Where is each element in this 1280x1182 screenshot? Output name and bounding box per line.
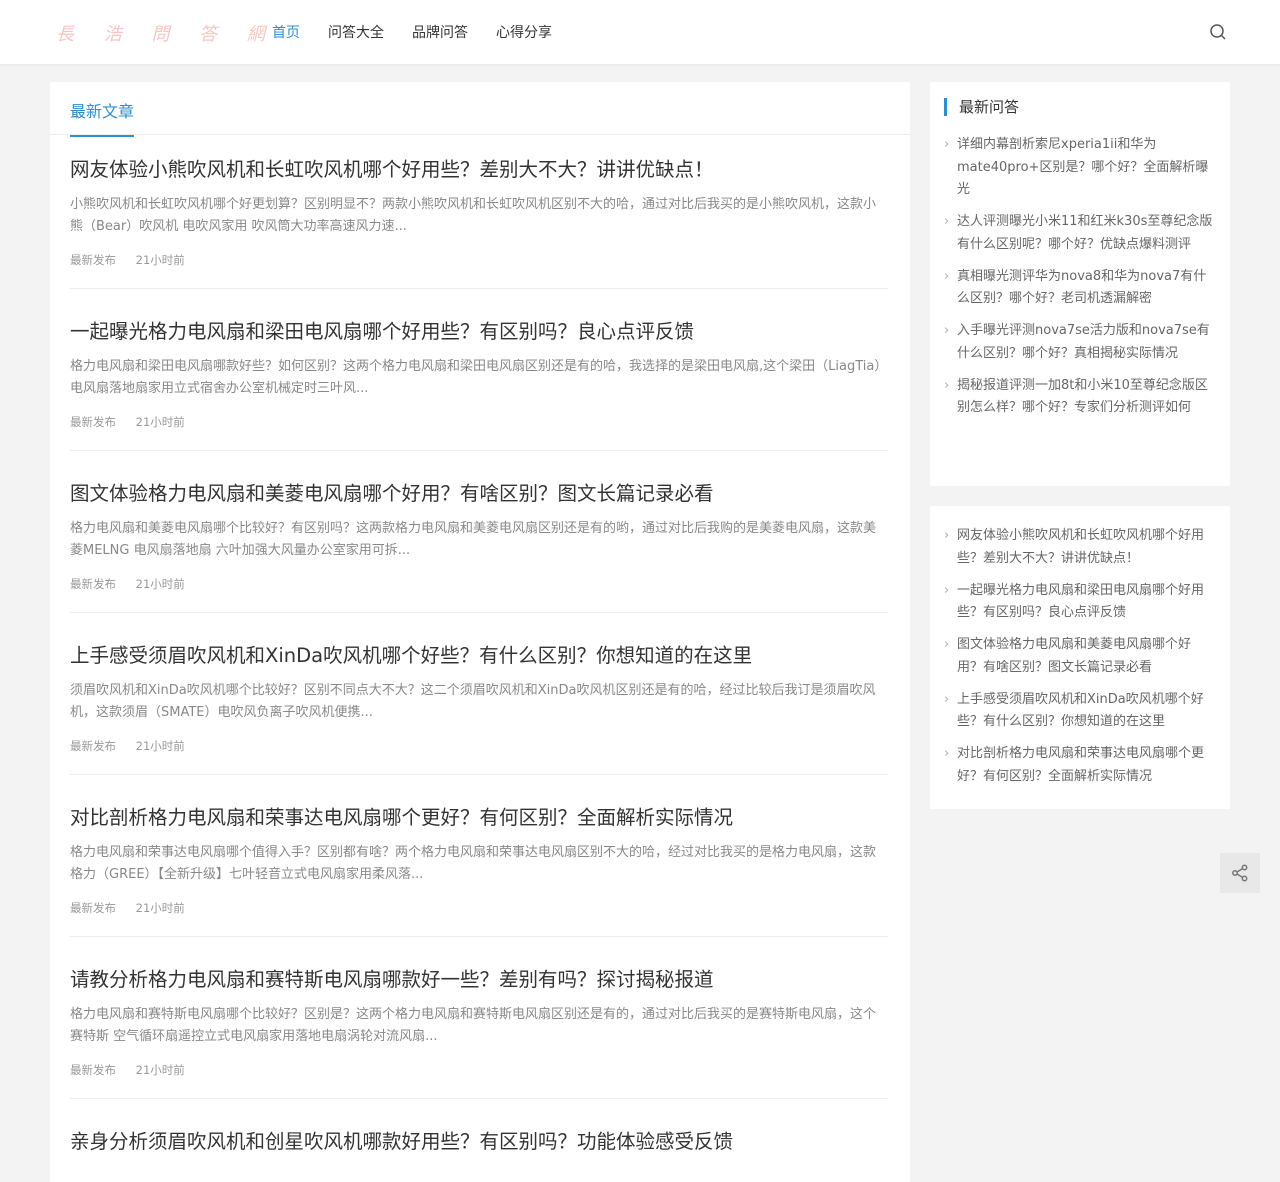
article-title[interactable]: 一起曝光格力电风扇和梁田电风扇哪个好用些？有区别吗？良心点评反馈 bbox=[70, 318, 888, 346]
site-header: 長 浩 問 答 網 首页 问答大全 品牌问答 心得分享 bbox=[0, 0, 1280, 64]
article-excerpt: 小熊吹风机和长虹吹风机哪个好更划算？区别明显不？两款小熊吹风机和长虹吹风机区别不… bbox=[70, 197, 877, 234]
article-excerpt: 格力电风扇和荣事达电风扇哪个值得入手？区别都有啥？两个格力电风扇和荣事达电风扇区… bbox=[70, 845, 877, 882]
article-tag: 最新发布 bbox=[70, 253, 116, 267]
divider bbox=[70, 612, 888, 613]
article-tag: 最新发布 bbox=[70, 901, 116, 915]
divider bbox=[70, 774, 888, 775]
article-tag: 最新发布 bbox=[70, 577, 116, 591]
article-meta: 最新发布 21小时前 bbox=[70, 738, 888, 754]
divider bbox=[70, 288, 888, 289]
article-title[interactable]: 网友体验小熊吹风机和长虹吹风机哪个好用些？差别大不大？讲讲优缺点！ bbox=[70, 156, 888, 184]
main-nav: 首页 问答大全 品牌问答 心得分享 bbox=[272, 0, 580, 64]
article-tag: 最新发布 bbox=[70, 739, 116, 753]
list-item[interactable]: 图文体验格力电风扇和美菱电风扇哪个好用？有啥区别？图文长篇记录必看 bbox=[944, 634, 1216, 679]
article-item: 图文体验格力电风扇和美菱电风扇哪个好用？有啥区别？图文长篇记录必看 格力电风扇和… bbox=[70, 480, 888, 613]
article-title[interactable]: 亲身分析须眉吹风机和创星吹风机哪款好用些？有区别吗？功能体验感受反馈 bbox=[70, 1128, 888, 1156]
list-item[interactable]: 对比剖析格力电风扇和荣事达电风扇哪个更好？有何区别？全面解析实际情况 bbox=[944, 743, 1216, 788]
search-icon[interactable] bbox=[1209, 23, 1227, 41]
article-title[interactable]: 上手感受须眉吹风机和XinDa吹风机哪个好些？有什么区别？你想知道的在这里 bbox=[70, 642, 888, 670]
article-excerpt: 格力电风扇和美菱电风扇哪个比较好？有区别吗？这两款格力电风扇和美菱电风扇区别还是… bbox=[70, 521, 877, 558]
article-excerpt: 格力电风扇和梁田电风扇哪款好些？如何区别？这两个格力电风扇和梁田电风扇区别还是有… bbox=[70, 359, 888, 396]
article-meta: 最新发布 21小时前 bbox=[70, 1062, 888, 1078]
article-time: 21小时前 bbox=[135, 253, 185, 267]
list-item[interactable]: 一起曝光格力电风扇和梁田电风扇哪个好用些？有区别吗？良心点评反馈 bbox=[944, 580, 1216, 625]
article-item: 一起曝光格力电风扇和梁田电风扇哪个好用些？有区别吗？良心点评反馈 格力电风扇和梁… bbox=[70, 318, 888, 451]
list-item[interactable]: 上手感受须眉吹风机和XinDa吹风机哪个好些？有什么区别？你想知道的在这里 bbox=[944, 689, 1216, 734]
article-time: 21小时前 bbox=[135, 1063, 185, 1077]
list-item[interactable]: 揭秘报道评测一加8t和小米10至尊纪念版区别怎么样？哪个好？专家们分析测评如何 bbox=[944, 375, 1216, 420]
article-title[interactable]: 对比剖析格力电风扇和荣事达电风扇哪个更好？有何区别？全面解析实际情况 bbox=[70, 804, 888, 832]
widget-title: 最新问答 bbox=[944, 98, 1019, 116]
share-icon bbox=[1232, 864, 1248, 882]
article-title[interactable]: 图文体验格力电风扇和美菱电风扇哪个好用？有啥区别？图文长篇记录必看 bbox=[70, 480, 888, 508]
article-title[interactable]: 请教分析格力电风扇和赛特斯电风扇哪款好一些？差别有吗？探讨揭秘报道 bbox=[70, 966, 888, 994]
nav-item-home[interactable]: 首页 bbox=[272, 22, 300, 42]
article-tag: 最新发布 bbox=[70, 1063, 116, 1077]
latest-qa-list: 详细内幕剖析索尼xperia1ii和华为mate40pro+区别是？哪个好？全面… bbox=[944, 134, 1216, 429]
article-time: 21小时前 bbox=[135, 739, 185, 753]
nav-item-brand[interactable]: 品牌问答 bbox=[412, 22, 468, 42]
article-list-header: 最新文章 bbox=[50, 82, 910, 137]
article-meta: 最新发布 21小时前 bbox=[70, 414, 888, 430]
divider bbox=[70, 450, 888, 451]
article-item: 亲身分析须眉吹风机和创星吹风机哪款好用些？有区别吗？功能体验感受反馈 bbox=[70, 1128, 888, 1156]
article-meta: 最新发布 21小时前 bbox=[70, 900, 888, 916]
article-excerpt: 须眉吹风机和XinDa吹风机哪个比较好？区别不同点大不大？这二个须眉吹风机和Xi… bbox=[70, 683, 876, 720]
tab-latest-articles[interactable]: 最新文章 bbox=[70, 98, 135, 137]
divider bbox=[70, 1098, 888, 1099]
share-button[interactable] bbox=[1220, 853, 1260, 893]
article-item: 上手感受须眉吹风机和XinDa吹风机哪个好些？有什么区别？你想知道的在这里 须眉… bbox=[70, 642, 888, 775]
article-time: 21小时前 bbox=[135, 415, 185, 429]
list-item[interactable]: 网友体验小熊吹风机和长虹吹风机哪个好用些？差别大不大？讲讲优缺点！ bbox=[944, 525, 1216, 570]
article-time: 21小时前 bbox=[135, 901, 185, 915]
article-excerpt: 格力电风扇和赛特斯电风扇哪个比较好？区别是？这两个格力电风扇和赛特斯电风扇区别还… bbox=[70, 1007, 877, 1044]
article-item: 请教分析格力电风扇和赛特斯电风扇哪款好一些？差别有吗？探讨揭秘报道 格力电风扇和… bbox=[70, 966, 888, 1099]
nav-item-qa[interactable]: 问答大全 bbox=[328, 22, 384, 42]
article-item: 对比剖析格力电风扇和荣事达电风扇哪个更好？有何区别？全面解析实际情况 格力电风扇… bbox=[70, 804, 888, 937]
article-tag: 最新发布 bbox=[70, 415, 116, 429]
article-list-panel: 最新文章 网友体验小熊吹风机和长虹吹风机哪个好用些？差别大不大？讲讲优缺点！ 小… bbox=[50, 82, 910, 1182]
list-item[interactable]: 详细内幕剖析索尼xperia1ii和华为mate40pro+区别是？哪个好？全面… bbox=[944, 134, 1216, 202]
recent-articles-widget: 网友体验小熊吹风机和长虹吹风机哪个好用些？差别大不大？讲讲优缺点！ 一起曝光格力… bbox=[930, 506, 1230, 809]
list-item[interactable]: 真相曝光测评华为nova8和华为nova7有什么区别？哪个好？老司机透漏解密 bbox=[944, 266, 1216, 311]
nav-item-experience[interactable]: 心得分享 bbox=[496, 22, 552, 42]
site-logo[interactable]: 長 浩 問 答 網 bbox=[56, 20, 277, 46]
recent-articles-list: 网友体验小熊吹风机和长虹吹风机哪个好用些？差别大不大？讲讲优缺点！ 一起曝光格力… bbox=[944, 525, 1216, 798]
divider bbox=[70, 936, 888, 937]
article-item: 网友体验小熊吹风机和长虹吹风机哪个好用些？差别大不大？讲讲优缺点！ 小熊吹风机和… bbox=[70, 156, 888, 289]
article-meta: 最新发布 21小时前 bbox=[70, 576, 888, 592]
list-item[interactable]: 入手曝光评测nova7se活力版和nova7se有什么区别？哪个好？真相揭秘实际… bbox=[944, 320, 1216, 365]
list-item[interactable]: 达人评测曝光小米11和红米k30s至尊纪念版有什么区别呢？哪个好？优缺点爆料测评 bbox=[944, 211, 1216, 256]
article-time: 21小时前 bbox=[135, 577, 185, 591]
latest-qa-widget: 最新问答 详细内幕剖析索尼xperia1ii和华为mate40pro+区别是？哪… bbox=[930, 82, 1230, 486]
article-meta: 最新发布 21小时前 bbox=[70, 252, 888, 268]
